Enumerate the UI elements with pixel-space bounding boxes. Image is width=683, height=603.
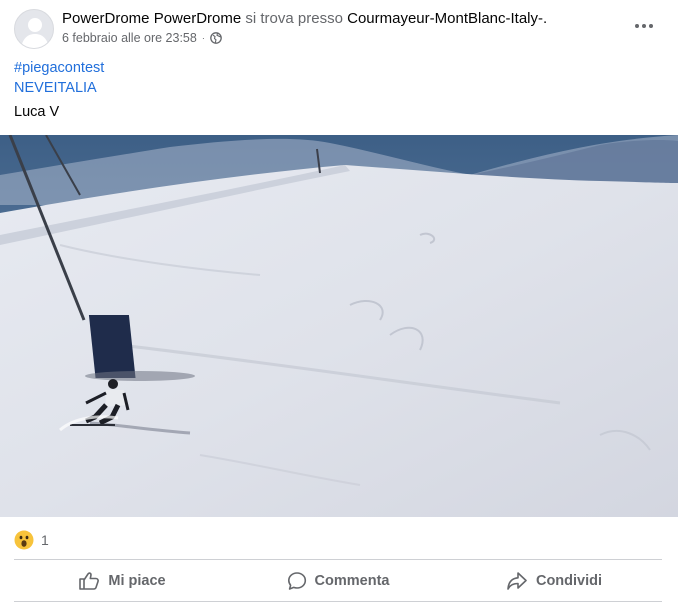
ski-scene-image: [0, 135, 678, 517]
post-actions-bar: Mi piace Commenta Condividi: [14, 562, 662, 600]
actions-divider-top: [14, 559, 662, 560]
author-line: PowerDrome PowerDrome si trova presso Co…: [62, 10, 547, 27]
thumbs-up-icon: [79, 572, 100, 590]
wow-emoji-icon: [14, 530, 34, 550]
post-meta: 6 febbraio alle ore 23:58 ·: [62, 31, 222, 45]
like-button[interactable]: Mi piace: [14, 562, 230, 600]
more-options-button[interactable]: [628, 12, 660, 40]
post-caption: Luca V: [14, 104, 60, 120]
more-dot: [642, 24, 646, 28]
post-timestamp[interactable]: 6 febbraio alle ore 23:58: [62, 31, 197, 45]
hashtag-link[interactable]: #piegacontest: [14, 58, 104, 78]
reactions-summary[interactable]: 1: [14, 528, 49, 552]
location-name[interactable]: Courmayeur-MontBlanc-Italy-.: [347, 10, 547, 27]
reaction-count: 1: [41, 532, 49, 548]
actions-divider-bottom: [14, 601, 662, 602]
separator-dot: ·: [201, 33, 205, 43]
share-button[interactable]: Condividi: [446, 562, 662, 600]
comment-button[interactable]: Commenta: [230, 562, 446, 600]
location-prefix: si trova presso: [245, 10, 343, 27]
comment-label: Commenta: [314, 573, 390, 589]
hashtag-link[interactable]: NEVEITALIA: [14, 78, 104, 98]
author-name[interactable]: PowerDrome PowerDrome: [62, 10, 241, 27]
share-arrow-icon: [507, 572, 527, 590]
post-header: PowerDrome PowerDrome si trova presso Co…: [0, 0, 683, 56]
more-dot: [649, 24, 653, 28]
like-label: Mi piace: [108, 573, 166, 589]
share-label: Condividi: [535, 573, 603, 589]
globe-icon[interactable]: [209, 32, 222, 44]
post-video[interactable]: [0, 135, 678, 517]
post-hashtags: #piegacontest NEVEITALIA: [14, 58, 104, 98]
author-avatar[interactable]: [14, 9, 54, 49]
more-dot: [635, 24, 639, 28]
comment-icon: [287, 572, 306, 590]
default-user-icon: [21, 18, 49, 48]
